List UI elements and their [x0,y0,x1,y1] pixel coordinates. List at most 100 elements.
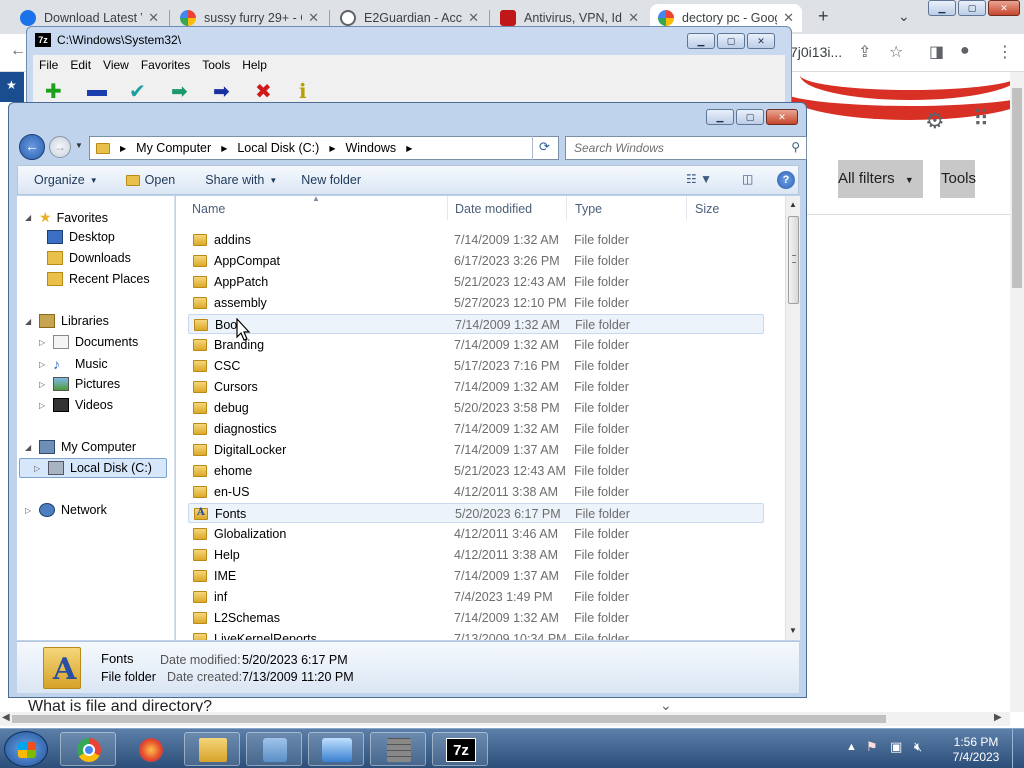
nav-recent-places[interactable]: Recent Places [47,272,150,286]
minimize-icon[interactable]: ▁ [928,0,956,16]
file-row[interactable]: DigitalLocker 7/14/2009 1:37 AM File folde… [188,440,764,460]
nav-desktop[interactable]: Desktop [47,230,115,244]
address-bar[interactable]: ▶ My Computer ▶ Local Disk (C:) ▶ Window… [89,136,598,160]
breadcrumb-arrow-icon[interactable]: ▶ [221,144,227,153]
nav-network[interactable]: ▷ Network [25,503,107,517]
taskbar-firewall[interactable] [370,732,426,766]
system-clock[interactable]: 1:56 PM 7/4/2023 [946,735,1006,765]
scroll-thumb[interactable] [1012,88,1022,288]
add-icon[interactable]: ✚ [45,79,62,104]
back-arrow-icon[interactable]: ← [19,134,45,160]
nav-documents[interactable]: ▷ Documents [39,335,138,349]
search-input[interactable]: Search Windows ⚲ [565,136,807,160]
back-arrow-icon[interactable]: ← [10,42,26,60]
scroll-up-icon[interactable]: ▲ [789,200,797,209]
close-icon[interactable]: ✕ [783,10,794,26]
move-icon[interactable]: ➡ [213,79,230,104]
collapse-arrow-icon[interactable]: ◢ [25,213,33,222]
gear-icon[interactable]: ⚙ [925,108,945,134]
menu-tools[interactable]: Tools [196,58,236,72]
nav-downloads[interactable]: Downloads [47,251,131,265]
all-filters-button[interactable]: All filters ▼ [838,160,923,198]
page-scrollbar[interactable] [1010,72,1024,712]
file-row[interactable]: Cursors 7/14/2009 1:32 AM File folder [188,377,764,397]
maximize-icon[interactable]: ▢ [736,109,764,125]
menu-help[interactable]: Help [236,58,273,72]
nav-videos[interactable]: ▷ Videos [39,398,113,412]
close-icon[interactable]: ✕ [468,10,479,26]
close-icon[interactable]: ✕ [766,109,798,125]
expand-arrow-icon[interactable]: ▷ [25,506,33,515]
tools-button[interactable]: Tools [940,160,976,198]
close-icon[interactable]: ✕ [148,10,159,26]
expand-arrow-icon[interactable]: ▷ [39,360,47,369]
start-button-windows-icon[interactable] [4,731,48,767]
show-desktop-button[interactable] [1012,729,1024,768]
nav-my-computer[interactable]: ◢ My Computer [25,440,136,454]
nav-local-disk-selected[interactable]: ▷ Local Disk (C:) [19,458,167,478]
taskbar-7zip[interactable]: 7z [432,732,488,766]
close-icon[interactable]: ✕ [988,0,1020,16]
file-row[interactable]: Fonts 5/20/2023 6:17 PM File folder [188,503,764,523]
scroll-right-icon[interactable]: ▶ [994,712,1002,723]
horizontal-scrollbar[interactable]: ◀ ▶ [0,712,1010,726]
network-status-icon[interactable]: ▣ [890,739,902,755]
scroll-thumb[interactable] [12,715,886,723]
scroll-down-icon[interactable]: ▼ [789,626,797,635]
taskbar-control-panel[interactable] [246,732,302,766]
scroll-thumb[interactable] [788,216,799,304]
forward-arrow-icon[interactable]: → [49,136,71,158]
taskbar-remote-desktop[interactable] [308,732,364,766]
file-row[interactable]: AppPatch 5/21/2023 12:43 AM File folder [188,272,764,292]
breadcrumb-windows[interactable]: Windows [345,141,396,155]
menu-view[interactable]: View [97,58,135,72]
breadcrumb-my-computer[interactable]: My Computer [136,141,211,155]
column-header-type[interactable]: Type [567,196,687,220]
open-button[interactable]: Open [125,173,175,187]
file-row[interactable]: L2Schemas 7/14/2009 1:32 AM File folder [188,608,764,628]
scroll-left-icon[interactable]: ◀ [2,712,10,723]
minimize-icon[interactable]: ▁ [687,33,715,49]
nav-favorites[interactable]: ◢ ★ Favorites [25,209,108,226]
file-row[interactable]: CSC 5/17/2023 7:16 PM File folder [188,356,764,376]
file-row[interactable]: AppCompat 6/17/2023 3:26 PM File folder [188,251,764,271]
file-row[interactable]: diagnostics 7/14/2009 1:32 AM File folder [188,419,764,439]
close-icon[interactable]: ✕ [628,10,639,26]
collapse-arrow-icon[interactable]: ◢ [25,317,33,326]
file-row[interactable]: ehome 5/21/2023 12:43 AM File folder [188,461,764,481]
info-icon[interactable]: ℹ [299,79,307,104]
file-row[interactable]: IME 7/14/2009 1:37 AM File folder [188,566,764,586]
help-icon[interactable]: ? [777,171,795,189]
menu-file[interactable]: File [33,58,64,72]
column-header-name[interactable]: Name ▲ [184,196,448,220]
breadcrumb-arrow-icon[interactable]: ▶ [406,144,412,153]
column-header-date[interactable]: Date modified [447,196,567,220]
collapse-arrow-icon[interactable]: ◢ [25,443,33,452]
menu-favorites[interactable]: Favorites [135,58,196,72]
expand-arrow-icon[interactable]: ▷ [39,380,47,389]
nav-pictures[interactable]: ▷ Pictures [39,377,120,391]
taskbar-firefox[interactable] [122,732,178,766]
file-row[interactable]: LiveKernelReports 7/13/2009 10:34 PM File … [188,629,764,640]
share-with-button[interactable]: Share with ▼ [205,173,277,187]
tab-search-icon[interactable]: ⌄ [898,8,910,25]
nav-libraries[interactable]: ◢ Libraries [25,314,109,328]
search-icon[interactable]: ⚲ [791,140,800,154]
show-hidden-icons-chevron-icon[interactable]: ▲ [846,741,857,753]
close-icon[interactable]: ✕ [747,33,775,49]
apps-grid-icon[interactable]: ⠿ [973,106,989,132]
test-icon[interactable]: ✔ [129,79,146,104]
breadcrumb-local-disk[interactable]: Local Disk (C:) [237,141,319,155]
recent-pages-dropdown-icon[interactable]: ▼ [75,141,83,150]
close-icon[interactable]: ✕ [308,10,319,26]
organize-button[interactable]: Organize ▼ [34,173,98,187]
file-row[interactable]: inf 7/4/2023 1:49 PM File folder [188,587,764,607]
volume-muted-icon[interactable]: 🔇︎ [914,739,922,755]
file-row[interactable]: Boot 7/14/2009 1:32 AM File folder [188,314,764,334]
view-options-icon[interactable]: ☷ ▼ [686,172,712,186]
file-row[interactable]: assembly 5/27/2023 12:10 PM File folder [188,293,764,313]
file-row[interactable]: Globalization 4/12/2011 3:46 AM File folde… [188,524,764,544]
file-row[interactable]: Branding 7/14/2009 1:32 AM File folder [188,335,764,355]
maximize-icon[interactable]: ▢ [717,33,745,49]
file-row[interactable]: en-US 4/12/2011 3:38 AM File folder [188,482,764,502]
